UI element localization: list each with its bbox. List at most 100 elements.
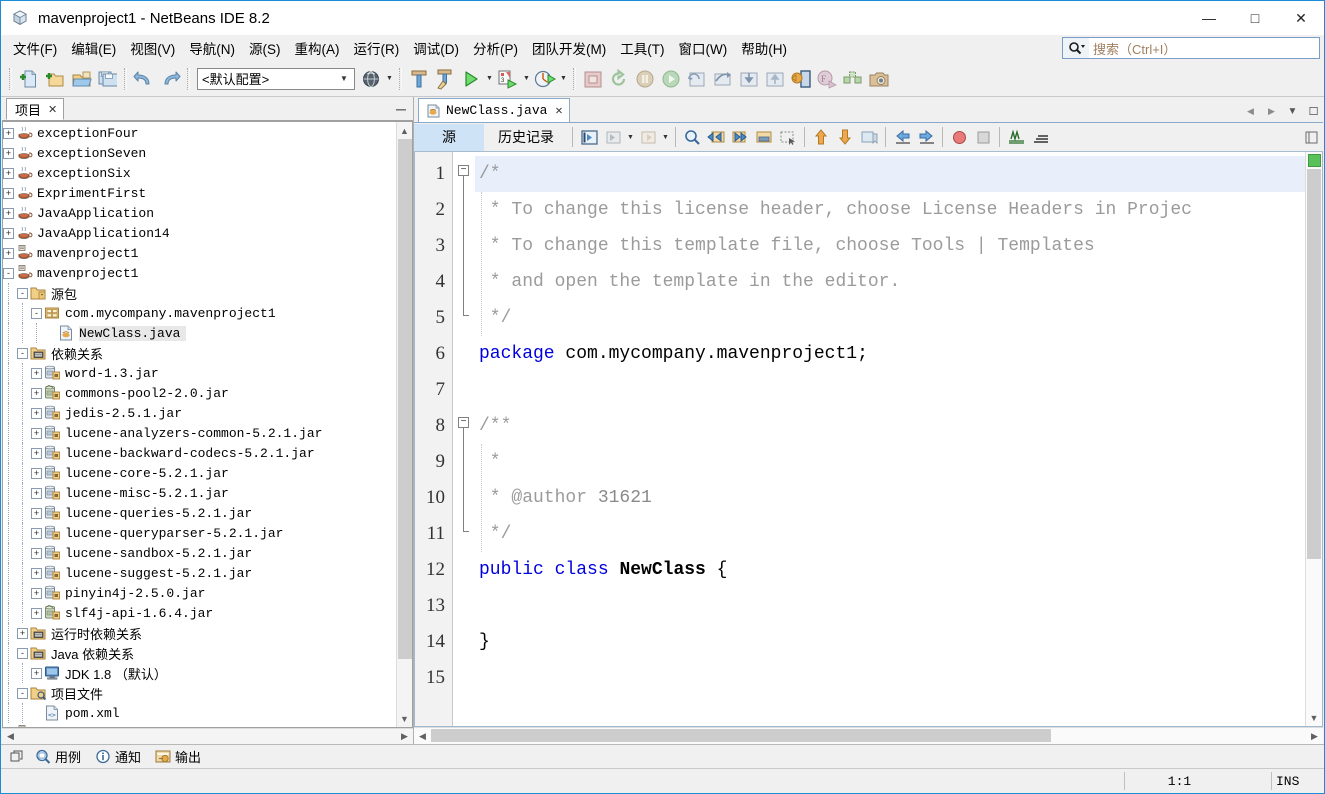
tree-expand-toggle[interactable]: + <box>31 587 42 599</box>
run-to-cursor-icon[interactable] <box>762 66 788 92</box>
tree-expand-toggle[interactable]: - <box>17 687 28 699</box>
chevron-down-icon[interactable]: ▼ <box>334 74 354 83</box>
tree-vertical-scrollbar[interactable]: ▲ ▼ <box>396 122 412 727</box>
minimize-panel-icon[interactable]: ─ <box>393 101 409 117</box>
tree-item[interactable]: + JavaApplication14 <box>3 223 396 243</box>
last-edit-position-icon[interactable] <box>577 125 601 149</box>
tree-item[interactable]: - mavenproject1 <box>3 263 396 283</box>
tree-expand-toggle[interactable]: + <box>17 627 28 639</box>
find-previous-icon[interactable] <box>704 125 728 149</box>
tree-expand-toggle[interactable]: - <box>17 347 28 359</box>
code-line[interactable] <box>475 588 1305 624</box>
save-all-icon[interactable] <box>94 66 120 92</box>
open-project-icon[interactable] <box>68 66 94 92</box>
tree-expand-toggle[interactable]: + <box>3 127 14 139</box>
tree-item[interactable]: + exceptionSeven <box>3 143 396 163</box>
editor-toolbar-overflow-icon[interactable] <box>1303 129 1319 145</box>
editor-scroll-down-icon[interactable]: ▼ <box>1306 709 1322 726</box>
take-snapshot-icon[interactable]: F <box>814 66 840 92</box>
tree-item[interactable]: + exceptionFour <box>3 123 396 143</box>
new-file-icon[interactable] <box>16 66 42 92</box>
code-fold-toggle[interactable]: − <box>458 416 469 428</box>
code-line[interactable]: * <box>475 444 1305 480</box>
toggle-breakpoint-icon[interactable] <box>947 125 971 149</box>
browser-dropdown-arrow[interactable]: ▼ <box>384 66 395 92</box>
scroll-right-icon[interactable]: ▶ <box>396 729 413 745</box>
maximize-editor-icon[interactable]: ☐ <box>1307 103 1320 119</box>
editor-horizontal-scrollbar[interactable]: ◀ ▶ <box>414 727 1323 744</box>
code-line[interactable]: * and open the template in the editor. <box>475 264 1305 300</box>
toolbar-grip-5[interactable] <box>573 67 576 90</box>
profile-dropdown-arrow[interactable]: ▼ <box>558 66 569 92</box>
configuration-combobox[interactable]: <默认配置> ▼ <box>197 67 355 90</box>
undo-icon[interactable] <box>131 66 157 92</box>
editor-hscroll-track[interactable] <box>431 728 1306 744</box>
tree-item[interactable]: + exceptionSix <box>3 163 396 183</box>
tree-scroll-track[interactable] <box>397 139 413 710</box>
tab-list-icon[interactable]: ▼ <box>1286 103 1299 119</box>
shift-line-right-icon[interactable] <box>914 125 938 149</box>
tree-item[interactable]: + lucene-sandbox-5.2.1.jar <box>3 543 396 563</box>
menu-tools[interactable]: 工具(T) <box>613 35 671 61</box>
tab-projects[interactable]: 项目 ✕ <box>6 98 65 120</box>
browser-icon[interactable] <box>358 66 384 92</box>
code-line[interactable]: */ <box>475 300 1305 336</box>
build-icon[interactable] <box>406 66 432 92</box>
tree-expand-toggle[interactable]: + <box>31 547 42 559</box>
tree-expand-toggle[interactable]: + <box>3 167 14 179</box>
stop-macro-recording-icon[interactable] <box>971 125 995 149</box>
code-line[interactable]: public class NewClass { <box>475 552 1305 588</box>
bottom-tab-usecase[interactable]: 用例 <box>28 745 88 768</box>
find-selection-icon[interactable] <box>680 125 704 149</box>
menu-window[interactable]: 窗口(W) <box>672 35 735 61</box>
code-line[interactable]: * To change this license header, choose … <box>475 192 1305 228</box>
menu-source[interactable]: 源(S) <box>242 35 288 61</box>
close-icon[interactable]: ✕ <box>48 103 57 116</box>
code-line[interactable] <box>475 372 1305 408</box>
run-dropdown-arrow[interactable]: ▼ <box>484 66 495 92</box>
tree-item[interactable]: - Java 依赖关系 <box>3 643 396 663</box>
step-out-icon[interactable] <box>736 66 762 92</box>
tree-item[interactable]: + lucene-misc-5.2.1.jar <box>3 483 396 503</box>
inspect-members-icon[interactable] <box>1028 125 1052 149</box>
redo-icon[interactable] <box>157 66 183 92</box>
continue-icon[interactable] <box>658 66 684 92</box>
menu-file[interactable]: 文件(F) <box>6 35 64 61</box>
tree-item[interactable]: + lucene-queryparser-5.2.1.jar <box>3 523 396 543</box>
tree-expand-toggle[interactable]: + <box>31 407 42 419</box>
tree-expand-toggle[interactable]: - <box>31 307 42 319</box>
tree-item[interactable]: + lucene-core-5.2.1.jar <box>3 463 396 483</box>
tree-item[interactable]: + jedis-2.5.1.jar <box>3 403 396 423</box>
debug-dropdown-arrow[interactable]: ▼ <box>521 66 532 92</box>
tree-item[interactable]: + mavenproject1 <box>3 243 396 263</box>
code-line[interactable]: } <box>475 624 1305 660</box>
forward-icon[interactable] <box>636 125 660 149</box>
toggle-highlight-icon[interactable] <box>752 125 776 149</box>
stop-icon[interactable] <box>580 66 606 92</box>
close-button[interactable]: ✕ <box>1278 1 1324 35</box>
tree-item[interactable]: + ExprimentFirst <box>3 183 396 203</box>
editor-hscroll-thumb[interactable] <box>431 729 1051 742</box>
debug-icon[interactable]: 3 <box>495 66 521 92</box>
code-line[interactable]: package com.mycompany.mavenproject1; <box>475 336 1305 372</box>
tree-expand-toggle[interactable]: + <box>31 607 42 619</box>
toggle-rectangular-selection-icon[interactable] <box>776 125 800 149</box>
tree-expand-toggle[interactable]: + <box>31 387 42 399</box>
code-text-area[interactable]: /* * To change this license header, choo… <box>475 152 1305 726</box>
code-line[interactable] <box>475 660 1305 696</box>
menu-view[interactable]: 视图(V) <box>123 35 182 61</box>
previous-bookmark-icon[interactable] <box>809 125 833 149</box>
tree-expand-toggle[interactable]: + <box>31 527 42 539</box>
tree-item[interactable]: NewClass.java <box>3 323 396 343</box>
code-fold-column[interactable]: − − <box>453 152 475 726</box>
editor-scroll-right-icon[interactable]: ▶ <box>1306 728 1323 744</box>
profile-icon[interactable] <box>532 66 558 92</box>
tree-expand-toggle[interactable]: - <box>3 267 14 279</box>
magnifier-icon[interactable] <box>1063 38 1089 58</box>
tree-scroll-thumb[interactable] <box>397 139 412 659</box>
tree-expand-toggle[interactable]: - <box>17 287 28 299</box>
restore-window-icon[interactable] <box>5 748 28 765</box>
toggle-bookmark-icon[interactable] <box>857 125 881 149</box>
tree-item[interactable]: + slf4j-api-1.6.4.jar <box>3 603 396 623</box>
camera-icon[interactable] <box>866 66 892 92</box>
